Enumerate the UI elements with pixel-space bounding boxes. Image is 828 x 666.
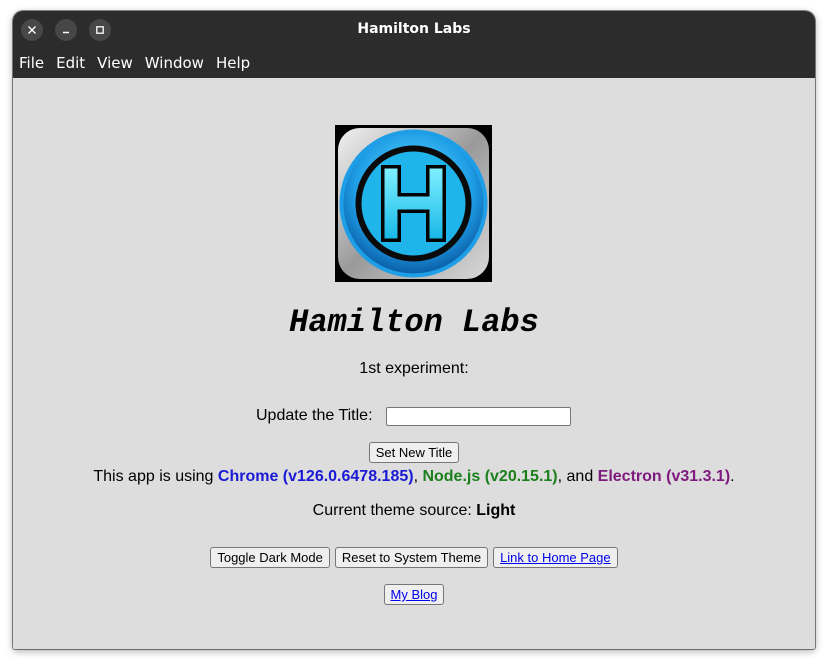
menu-bar: File Edit View Window Help bbox=[13, 48, 815, 78]
reset-system-theme-button[interactable]: Reset to System Theme bbox=[334, 547, 489, 568]
title-form: Update the Title: bbox=[256, 405, 571, 427]
menu-help[interactable]: Help bbox=[210, 48, 256, 78]
page-title: Hamilton Labs bbox=[289, 304, 539, 341]
versions-prefix: This app is using bbox=[93, 468, 218, 485]
app-window: Hamilton Labs File Edit View Window Help bbox=[13, 11, 815, 649]
chrome-version: Chrome (v126.0.6478.185) bbox=[217, 468, 414, 485]
set-title-row: Set New Title bbox=[13, 442, 815, 463]
hamilton-labs-logo bbox=[335, 125, 492, 282]
theme-buttons-row: Toggle Dark Mode Reset to System Theme L… bbox=[13, 547, 815, 568]
theme-source-text: Current theme source: Light bbox=[13, 502, 815, 520]
theme-source-label: Current theme source: bbox=[312, 502, 477, 519]
blog-row: My Blog bbox=[13, 584, 815, 605]
title-field-label: Update the Title: bbox=[256, 407, 373, 424]
menu-window[interactable]: Window bbox=[139, 48, 210, 78]
versions-suffix: . bbox=[730, 468, 735, 485]
theme-source-value: Light bbox=[476, 502, 516, 519]
versions-separator: , and bbox=[557, 468, 598, 485]
experiment-label: 1st experiment: bbox=[359, 360, 469, 377]
home-page-link-button[interactable]: Link to Home Page bbox=[493, 547, 618, 568]
versions-text: This app is using Chrome (v126.0.6478.18… bbox=[13, 468, 815, 486]
node-version: Node.js (v20.15.1) bbox=[422, 468, 558, 485]
menu-view[interactable]: View bbox=[91, 48, 139, 78]
window-title: Hamilton Labs bbox=[357, 21, 471, 37]
menu-edit[interactable]: Edit bbox=[50, 48, 91, 78]
title-input[interactable] bbox=[385, 406, 571, 426]
electron-version: Electron (v31.3.1) bbox=[597, 468, 731, 485]
title-bar[interactable]: Hamilton Labs bbox=[13, 11, 815, 48]
my-blog-link-button[interactable]: My Blog bbox=[383, 584, 445, 605]
main-content: Hamilton Labs 1st experiment: Update the… bbox=[13, 78, 815, 649]
set-new-title-button[interactable]: Set New Title bbox=[368, 442, 460, 463]
toggle-dark-mode-button[interactable]: Toggle Dark Mode bbox=[210, 547, 330, 568]
menu-file[interactable]: File bbox=[13, 48, 50, 78]
